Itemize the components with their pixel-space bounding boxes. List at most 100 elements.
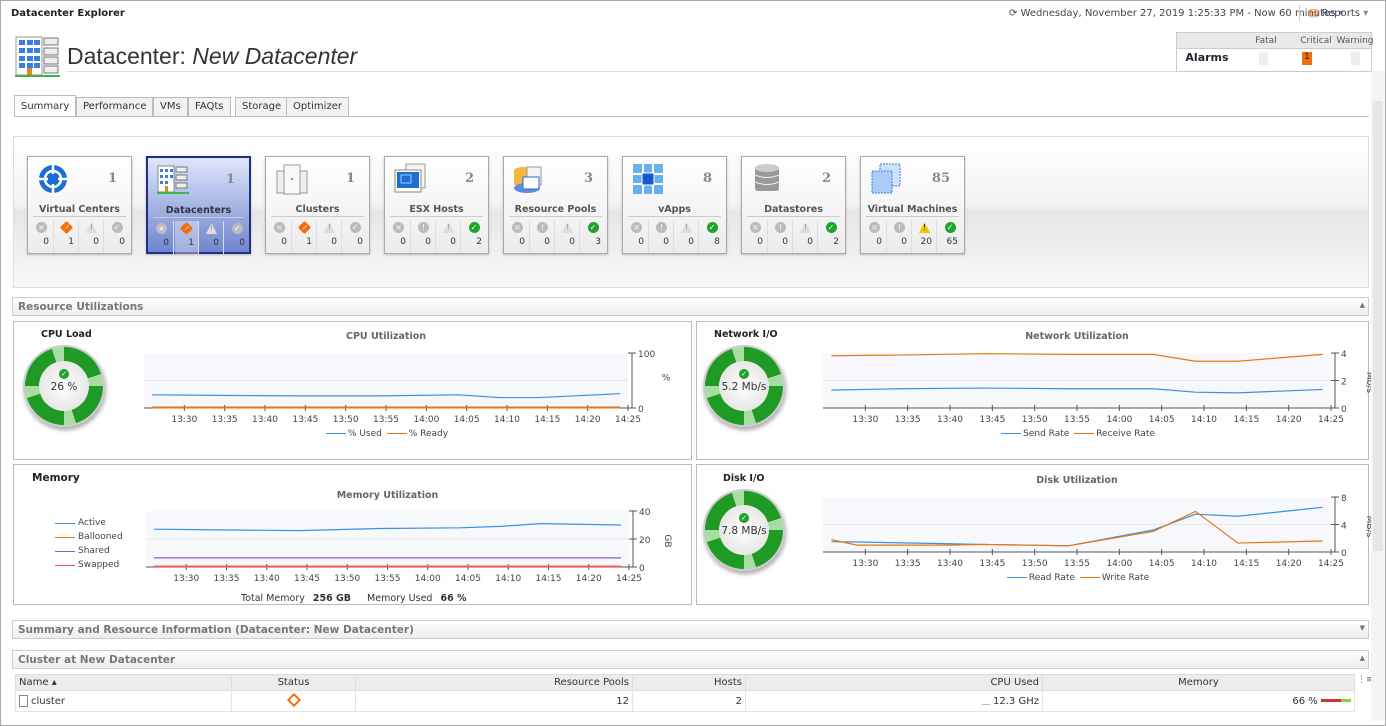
status-fatal[interactable]: × 0 <box>506 220 530 253</box>
tile-virtual-centers[interactable]: 1 Virtual Centers × 0! 1! 0 ✓ 0 <box>27 156 132 254</box>
tile-clusters[interactable]: 1 Clusters × 0! 1! 0 ✓ 0 <box>265 156 370 254</box>
x-tick-label: 13:45 <box>979 559 1005 569</box>
status-fatal[interactable]: × 0 <box>150 221 174 254</box>
status-critical[interactable]: ! 1 <box>175 221 199 254</box>
legend-item: Read Rate <box>1005 573 1075 583</box>
x-tick-label: 14:20 <box>1276 415 1302 425</box>
chart-legend: Read Rate Write Rate <box>823 573 1331 583</box>
collapse-icon[interactable]: ▲ <box>1360 654 1365 662</box>
tab-optimizer[interactable]: Optimizer <box>286 97 349 117</box>
status-fatal[interactable]: × 0 <box>625 220 649 253</box>
legend-item: Send Rate <box>999 429 1069 439</box>
status-fatal[interactable]: × 0 <box>30 220 54 253</box>
legend-ballooned: Ballooned <box>55 530 123 544</box>
column-memory[interactable]: Memory <box>1042 674 1355 691</box>
tab-storage[interactable]: Storage <box>235 97 289 117</box>
tile-count: 3 <box>583 171 593 186</box>
x-tick-label: 14:10 <box>495 574 521 584</box>
datastore-icon <box>754 164 780 191</box>
x-tick-label: 14:25 <box>1318 415 1344 425</box>
status-normal[interactable]: ✓ 0 <box>105 220 129 253</box>
table-row[interactable]: cluster 12 2 ﹏ 12.3 GHz 66 % <box>15 690 1355 712</box>
collapse-icon[interactable]: ▲ <box>1360 301 1365 309</box>
app-title: Datacenter Explorer <box>11 8 125 19</box>
y-tick-label: 0 <box>1341 405 1347 415</box>
status-critical[interactable]: ! 0 <box>412 220 436 253</box>
status-critical[interactable]: ! 1 <box>55 220 79 253</box>
divider <box>1299 5 1300 21</box>
status-normal[interactable]: ✓ 0 <box>225 221 249 254</box>
status-normal[interactable]: ✓ 2 <box>462 220 486 253</box>
status-warning[interactable]: ! 0 <box>675 220 699 253</box>
x-tick-label: 14:20 <box>1276 559 1302 569</box>
status-warning[interactable]: ! 0 <box>556 220 580 253</box>
status-critical[interactable]: ! 0 <box>888 220 912 253</box>
status-critical[interactable]: ! 0 <box>769 220 793 253</box>
status-warning[interactable]: ! 0 <box>437 220 461 253</box>
fatal-icon: × <box>156 223 167 234</box>
x-tick-label: 14:00 <box>415 574 441 584</box>
status-normal[interactable]: ✓ 0 <box>343 220 367 253</box>
normal-icon: ✓ <box>231 223 243 234</box>
reports-button[interactable]: ▤ Reports ▾ <box>1309 8 1368 19</box>
warning-icon: ! <box>206 223 217 234</box>
status-warning[interactable]: ! 0 <box>794 220 818 253</box>
fatal-count[interactable] <box>1259 52 1268 65</box>
normal-icon: ✓ <box>587 222 599 233</box>
section-resource-utilizations[interactable]: Resource Utilizations ▲ <box>12 297 1369 316</box>
time-range-selector[interactable]: ⟳ Wednesday, November 27, 2019 1:25:33 P… <box>1009 8 1344 19</box>
status-warning[interactable]: ! 0 <box>318 220 342 253</box>
warning-count[interactable] <box>1351 52 1360 65</box>
chart-title: Disk Utilization <box>1036 475 1118 486</box>
x-tick-label: 14:25 <box>1318 559 1344 569</box>
report-icon: ▤ <box>1309 8 1322 19</box>
status-critical[interactable]: ! 0 <box>531 220 555 253</box>
disk-chart: 13:30 13:35 13:40 13:45 13:50 13:55 14:00 14:05… <box>823 494 1374 569</box>
scrollbar[interactable] <box>1371 71 1385 721</box>
status-normal[interactable]: ✓ 8 <box>700 220 724 253</box>
section-summary-resource-info[interactable]: Summary and Resource Information (Datace… <box>12 620 1369 639</box>
x-tick-label: 13:50 <box>1022 415 1048 425</box>
cluster-icon <box>19 695 28 707</box>
status-critical[interactable]: ! 1 <box>293 220 317 253</box>
status-fatal[interactable]: × 0 <box>387 220 411 253</box>
tab-performance[interactable]: Performance <box>76 97 154 117</box>
x-tick-label: 13:50 <box>333 415 359 425</box>
scrollbar-thumb[interactable] <box>1373 101 1383 551</box>
column-cpu-used[interactable]: CPU Used <box>745 674 1043 691</box>
fatal-icon: × <box>512 222 523 233</box>
critical-count[interactable]: 1 <box>1302 52 1312 65</box>
tile-esx-hosts[interactable]: 2 ESX Hosts × 0! 0! 0 ✓ 2 <box>384 156 489 254</box>
x-tick-label: 14:00 <box>1106 559 1132 569</box>
tab-summary[interactable]: Summary <box>14 95 77 116</box>
status-warning[interactable]: ! 0 <box>200 221 224 254</box>
tab-vms[interactable]: VMs <box>153 97 188 117</box>
tile-datacenters[interactable]: 1 Datacenters × 0! 1! 0 ✓ 0 <box>146 156 251 254</box>
status-critical[interactable]: ! 0 <box>650 220 674 253</box>
expand-icon[interactable]: ▼ <box>1360 624 1365 632</box>
tile-datastores[interactable]: 2 Datastores × 0! 0! 0 ✓ 2 <box>741 156 846 254</box>
y-tick-label: 0 <box>638 405 644 415</box>
status-fatal[interactable]: × 0 <box>744 220 768 253</box>
status-normal[interactable]: ✓ 3 <box>581 220 605 253</box>
status-fatal[interactable]: × 0 <box>268 220 292 253</box>
x-tick-label: 13:35 <box>212 415 238 425</box>
section-cluster[interactable]: Cluster at New Datacenter ▲ <box>12 650 1369 669</box>
status-warning[interactable]: ! 0 <box>80 220 104 253</box>
tile-vapps[interactable]: 8 vApps × 0! 0! 0 ✓ 8 <box>622 156 727 254</box>
tile-label: ESX Hosts <box>390 204 483 217</box>
column-name[interactable]: Name ▴ <box>15 674 232 691</box>
tile-label: Clusters <box>271 204 364 217</box>
column-resource-pools[interactable]: Resource Pools <box>355 674 633 691</box>
tab-faqts[interactable]: FAQts <box>188 97 231 117</box>
column-hosts[interactable]: Hosts <box>632 674 746 691</box>
y-axis-label: GB <box>662 534 672 547</box>
x-tick-label: 13:45 <box>292 415 318 425</box>
tile-virtual-machines[interactable]: 85 Virtual Machines × 0! 0! 20 ✓ 65 <box>860 156 965 254</box>
column-status[interactable]: Status <box>231 674 356 691</box>
tile-resource-pools[interactable]: 3 Resource Pools × 0! 0! 0 ✓ 3 <box>503 156 608 254</box>
status-warning[interactable]: ! 20 <box>913 220 937 253</box>
status-normal[interactable]: ✓ 65 <box>938 220 962 253</box>
status-fatal[interactable]: × 0 <box>863 220 887 253</box>
status-normal[interactable]: ✓ 2 <box>819 220 843 253</box>
